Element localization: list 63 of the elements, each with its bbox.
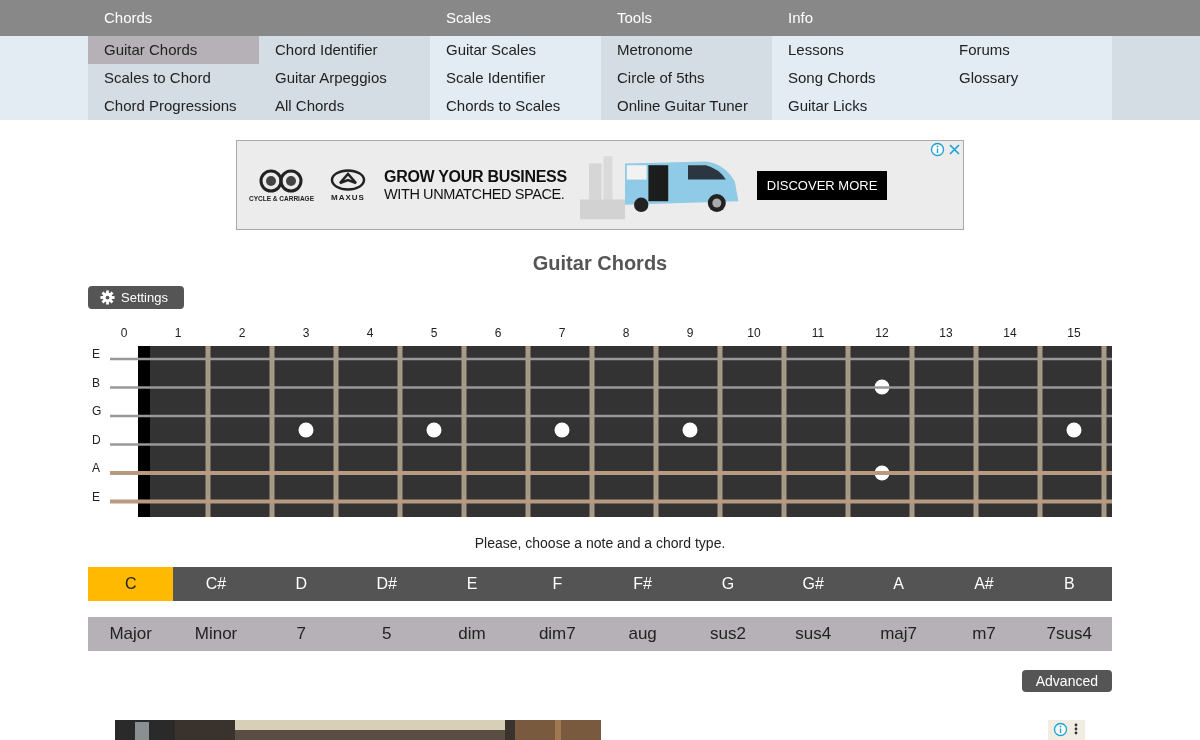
note-button[interactable]: C [88,567,174,601]
string-label: E [92,489,100,504]
nav-link[interactable]: Guitar Scales [430,36,601,64]
inlay-dot [1066,422,1082,438]
nav-link[interactable]: Circle of 5ths [601,64,772,92]
nav-link[interactable]: Chord Identifier [259,36,430,64]
info-icon[interactable] [930,142,945,157]
fret-number: 10 [747,326,761,340]
nav-category[interactable]: Tools [601,9,653,26]
close-icon[interactable] [947,142,962,157]
discover-more-button[interactable]: DISCOVER MORE [756,170,888,200]
nav-link[interactable]: Online Guitar Tuner [601,92,772,120]
fret-number: 15 [1067,326,1081,340]
fret-number: 1 [174,326,182,340]
gear-icon [100,290,115,305]
string-label: D [92,432,101,447]
nav-category[interactable]: Chords [88,9,153,26]
nav-link[interactable]: Chords to Scales [430,92,601,120]
fret-number: 12 [875,326,889,340]
fret-number: 9 [686,326,694,340]
inlay-dot [554,422,570,438]
nav-link[interactable]: Song Chords [772,64,943,92]
nav-link[interactable]: Guitar Arpeggios [259,64,430,92]
inlay-dot [682,422,698,438]
inlay-dot [426,422,442,438]
nav-link[interactable]: Guitar Chords [88,36,259,64]
nav-link[interactable]: Scales to Chord [88,64,259,92]
more-icon[interactable] [1074,723,1078,735]
settings-button[interactable]: Settings [88,286,184,309]
nav-link[interactable]: Lessons [772,36,943,64]
nav-link[interactable]: All Chords [259,92,430,120]
fret-number: 7 [558,326,566,340]
advanced-button[interactable]: Advanced [1021,670,1112,692]
string-label: E [92,347,100,361]
fret-number: 6 [494,326,502,340]
nav-category[interactable]: Info [772,9,814,26]
brand-name: MAXUS [331,192,365,202]
inlay-dot [298,422,314,438]
nav-link[interactable]: Glossary [943,64,1114,92]
string-label: A [92,461,100,475]
fret-number: 2 [238,326,246,340]
fret-number: 3 [302,326,310,340]
fret-number: 14 [1003,326,1017,340]
brand-logo-icon [330,168,366,191]
nav-category[interactable]: Scales [430,9,492,26]
fret-number: 11 [811,326,825,340]
string-label: B [92,375,100,390]
fret-number: 13 [939,326,953,340]
nav-link[interactable]: Scale Identifier [430,64,601,92]
ad-headline: GROW YOUR BUSINESS [384,168,567,186]
fret-number: 0 [120,326,128,340]
page-title: Guitar Chords [531,252,669,275]
ad-subline: WITH UNMATCHED SPACE. [384,186,566,202]
fret-number: 8 [622,326,630,340]
nav-link[interactable]: Forums [943,36,1114,64]
string-label: G [92,404,102,418]
fret-number: 5 [430,326,438,340]
nav-link[interactable]: Guitar Licks [772,92,943,120]
fret-number: 4 [366,326,374,340]
instruction-text: Please, choose a note and a chord type. [473,535,727,551]
nav-link[interactable]: Chord Progressions [88,92,259,120]
info-icon[interactable] [1053,722,1068,737]
nav-link[interactable]: Metronome [601,36,772,64]
